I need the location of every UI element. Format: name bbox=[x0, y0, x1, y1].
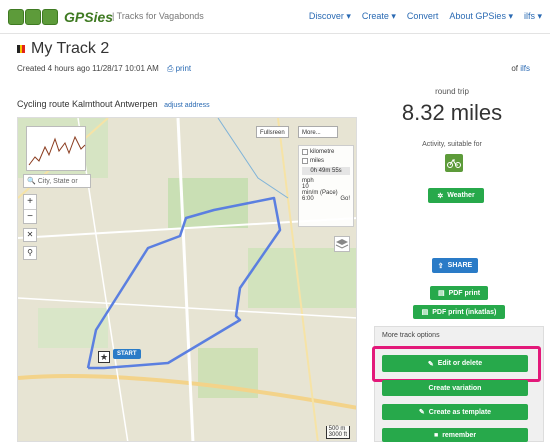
activity-label: Activity, suitable for bbox=[422, 141, 482, 148]
miles-checkbox[interactable] bbox=[302, 158, 308, 164]
fit-track-icon[interactable]: ✕ bbox=[23, 228, 37, 242]
weather-icon: ✲ bbox=[437, 192, 444, 200]
start-star-icon[interactable]: ★ bbox=[98, 351, 110, 363]
weather-label: Weather bbox=[447, 192, 475, 199]
pdf-inkatlas-label: PDF print (inkatlas) bbox=[432, 308, 497, 316]
track-map[interactable]: 🔍 City, State or + − ✕ ⚲ Fullsreen More.… bbox=[17, 117, 357, 442]
nav-about[interactable]: About GPSies ▾ bbox=[449, 11, 513, 22]
scale-imperial: 3000 ft bbox=[328, 432, 347, 438]
adjust-address-link[interactable]: adjust address bbox=[164, 102, 210, 109]
track-distance: 8.32 miles bbox=[401, 100, 503, 125]
pace-input[interactable]: 6:00 bbox=[302, 196, 314, 202]
owner-link[interactable]: ilfs bbox=[520, 64, 530, 73]
search-placeholder: City, State or bbox=[37, 177, 78, 185]
search-icon: 🔍 bbox=[27, 178, 36, 185]
zoom-control: + − bbox=[23, 194, 37, 224]
location-pin-icon[interactable]: ⚲ bbox=[23, 246, 37, 260]
highlight-box bbox=[372, 346, 541, 382]
gpsies-logo[interactable]: GPSies bbox=[8, 6, 113, 28]
pdf-icon: ▤ bbox=[437, 290, 445, 297]
bicycle-icon bbox=[445, 154, 463, 172]
create-variation-button[interactable]: Create variation bbox=[382, 380, 528, 396]
weather-button[interactable]: ✲ Weather bbox=[428, 188, 484, 203]
owner-prefix: of bbox=[511, 64, 518, 73]
elevation-minimap[interactable] bbox=[26, 126, 86, 171]
track-owner: of ilfs bbox=[511, 64, 530, 73]
route-name: Cycling route Kalmthout Antwerpen adjust… bbox=[17, 99, 210, 109]
duration-value: 0h 49m 55s bbox=[302, 167, 350, 175]
create-variation-label: Create variation bbox=[428, 384, 482, 392]
start-label: START bbox=[113, 349, 141, 359]
create-template-label: Create as template bbox=[428, 408, 492, 416]
logo-text: GPSies bbox=[64, 9, 114, 25]
miles-label: miles bbox=[310, 158, 325, 164]
route-title: Cycling route Kalmthout Antwerpen bbox=[17, 99, 158, 109]
unit-kilometre-option[interactable]: kilometre bbox=[302, 149, 350, 155]
trip-type: round trip bbox=[435, 87, 469, 96]
created-date: Created 4 hours ago 11/28/17 10:01 AM bbox=[17, 64, 159, 73]
map-search-input[interactable]: 🔍 City, State or bbox=[23, 174, 91, 188]
print-label: print bbox=[175, 64, 192, 73]
more-map-options-button[interactable]: More... bbox=[298, 126, 338, 138]
units-panel: kilometre miles 0h 49m 55s mph 10 min/m … bbox=[298, 145, 354, 227]
tagline: | Tracks for Vagabonds bbox=[112, 11, 204, 21]
share-icon: ⇪ bbox=[437, 262, 444, 270]
pdf-print-button[interactable]: ▤ PDF print bbox=[430, 286, 488, 300]
pdf-print-label: PDF print bbox=[448, 289, 481, 297]
belgium-flag-icon bbox=[17, 45, 26, 53]
remember-label: remember bbox=[442, 431, 477, 439]
track-meta: Created 4 hours ago 11/28/17 10:01 AM ⎙ … bbox=[17, 64, 191, 74]
nav-create[interactable]: Create ▾ bbox=[362, 11, 396, 22]
zoom-out-button[interactable]: − bbox=[24, 209, 36, 223]
remember-button[interactable]: ■ remember bbox=[382, 428, 528, 442]
create-template-button[interactable]: ✎ Create as template bbox=[382, 404, 528, 420]
page-title: My Track 2 bbox=[17, 40, 109, 58]
pdf-inkatlas-icon: ▤ bbox=[421, 309, 429, 316]
nav-user-menu[interactable]: ilfs ▾ bbox=[524, 11, 542, 22]
main-nav: Discover ▾ Create ▾ Convert About GPSies… bbox=[309, 11, 542, 22]
bookmark-icon: ■ bbox=[433, 431, 439, 439]
unit-miles-option[interactable]: miles bbox=[302, 158, 350, 164]
pdf-print-inkatlas-button[interactable]: ▤ PDF print (inkatlas) bbox=[413, 305, 505, 319]
share-button[interactable]: ⇪ SHARE bbox=[432, 258, 478, 273]
nav-convert[interactable]: Convert bbox=[407, 11, 439, 22]
kilometre-label: kilometre bbox=[310, 149, 335, 155]
logo-icons bbox=[8, 9, 58, 25]
track-title: My Track 2 bbox=[31, 40, 110, 57]
print-link[interactable]: ⎙ print bbox=[167, 64, 191, 73]
map-layers-icon[interactable] bbox=[334, 236, 350, 252]
template-icon: ✎ bbox=[418, 409, 425, 416]
go-button[interactable]: Go! bbox=[340, 196, 350, 202]
fullscreen-button[interactable]: Fullsreen bbox=[256, 126, 289, 138]
nav-discover[interactable]: Discover ▾ bbox=[309, 11, 351, 22]
kilometre-checkbox[interactable] bbox=[302, 149, 308, 155]
more-options-title: More track options bbox=[382, 332, 440, 339]
top-navigation-bar: GPSies | Tracks for Vagabonds Discover ▾… bbox=[0, 0, 550, 34]
zoom-in-button[interactable]: + bbox=[24, 195, 36, 209]
share-label: SHARE bbox=[447, 262, 473, 269]
map-scale: 500 m 3000 ft bbox=[325, 426, 350, 439]
